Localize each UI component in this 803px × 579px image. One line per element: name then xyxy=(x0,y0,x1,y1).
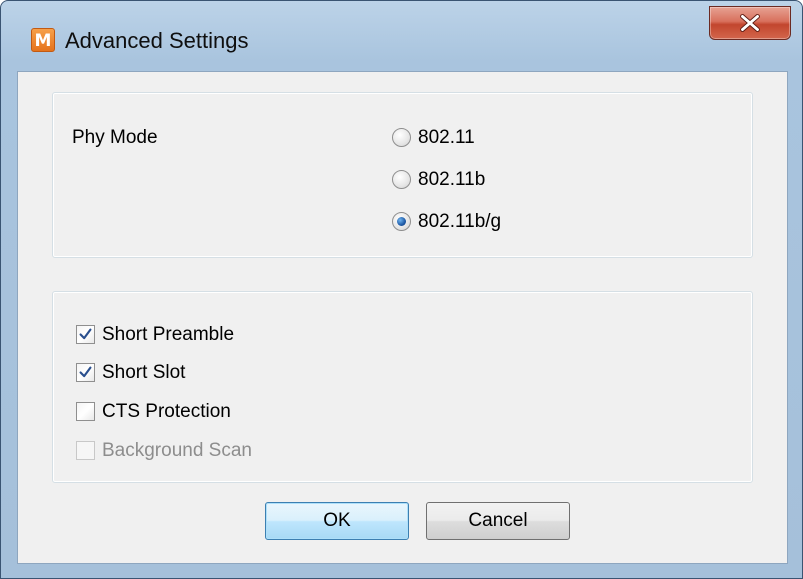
window-title: Advanced Settings xyxy=(65,28,249,53)
close-button[interactable] xyxy=(709,6,791,40)
radio-label: 802.11b xyxy=(418,169,486,190)
radio-button-icon[interactable] xyxy=(392,128,411,147)
checkbox-label: Background Scan xyxy=(102,440,252,461)
radio-label: 802.11 xyxy=(418,127,475,148)
title-bar[interactable]: M Advanced Settings xyxy=(1,1,802,77)
checkbox-label: Short Preamble xyxy=(102,324,235,345)
checkbox-label: Short Slot xyxy=(102,362,186,383)
dialog-window: M Advanced Settings Phy Mode 802.11 802.… xyxy=(0,0,803,579)
dialog-client-area: Phy Mode 802.11 802.11b 802.11b/g Short … xyxy=(17,71,788,564)
checkmark-icon xyxy=(79,366,92,378)
checkmark-icon xyxy=(79,328,92,340)
ok-button[interactable]: OK xyxy=(265,502,409,540)
checkbox-checked-icon[interactable] xyxy=(76,325,95,344)
phy-mode-label: Phy Mode xyxy=(72,127,158,148)
checkbox-label: CTS Protection xyxy=(102,401,231,422)
checkbox-unchecked-icon[interactable] xyxy=(76,402,95,421)
radio-button-selected-icon[interactable] xyxy=(392,212,411,231)
cancel-button[interactable]: Cancel xyxy=(426,502,570,540)
app-logo-icon: M xyxy=(31,28,55,52)
radio-button-icon[interactable] xyxy=(392,170,411,189)
checkbox-disabled-icon xyxy=(76,441,95,460)
checkbox-checked-icon[interactable] xyxy=(76,363,95,382)
close-icon xyxy=(740,14,760,32)
radio-label: 802.11b/g xyxy=(418,211,502,232)
